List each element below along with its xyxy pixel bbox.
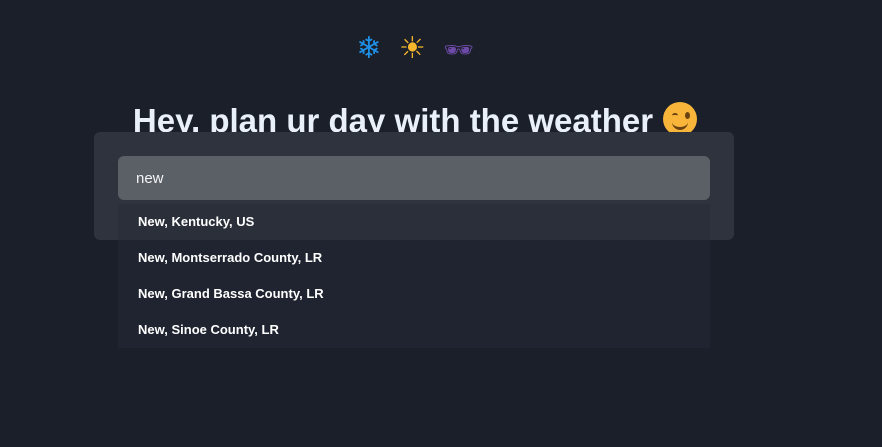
winking-face-icon	[663, 102, 698, 137]
suggestion-item[interactable]: New, Sinoe County, LR	[118, 312, 710, 348]
winking-face-eye-icon	[685, 112, 691, 120]
snowflake-icon: ❄	[356, 31, 382, 66]
sun-icon: ☀	[398, 31, 426, 66]
suggestion-item[interactable]: New, Grand Bassa County, LR	[118, 276, 710, 312]
sunglasses-icon: 🕶	[443, 36, 474, 64]
search-input[interactable]	[118, 156, 710, 200]
suggestion-item[interactable]: New, Montserrado County, LR	[118, 240, 710, 276]
suggestion-item[interactable]: New, Kentucky, US	[118, 204, 710, 240]
weather-icons: ❄ ☀ 🕶	[0, 31, 830, 68]
weather-app: ❄ ☀ 🕶 Hey, plan ur day with the weather …	[0, 0, 882, 447]
suggestion-dropdown: New, Kentucky, US New, Montserrado Count…	[118, 204, 710, 348]
